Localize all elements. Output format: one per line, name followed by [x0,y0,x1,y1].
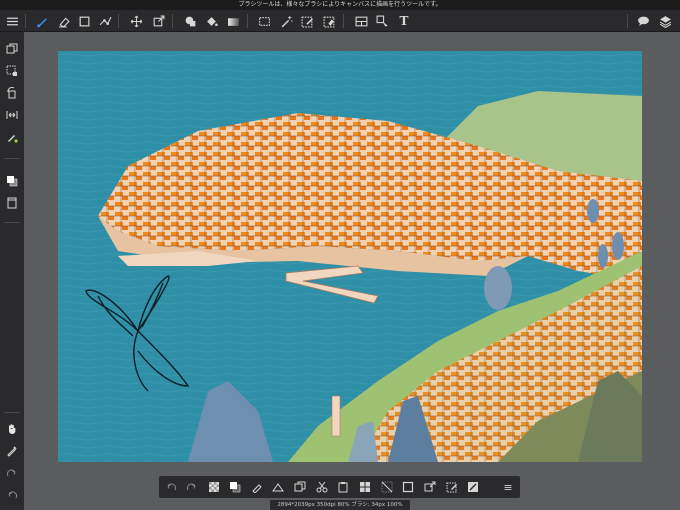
eraser-tool-icon[interactable] [54,12,72,30]
redo-icon[interactable] [3,464,21,482]
color-swatch-icon[interactable] [3,172,21,190]
grid-icon[interactable] [357,479,373,495]
magic-wand-icon[interactable] [277,12,295,30]
rotate-icon[interactable] [3,84,21,102]
tooltip-bar: ブラシツールは、様々なブラシによりキャンバスに描画を行うツールです。 [0,0,680,10]
select-pen-icon[interactable] [298,12,316,30]
redo-icon[interactable] [184,479,200,495]
select-all-icon[interactable] [400,479,416,495]
layer-copy-icon[interactable] [3,40,21,58]
panel-toggle-icon[interactable] [3,194,21,212]
select-eraser-icon[interactable] [320,12,338,30]
speech-bubble-icon[interactable] [634,12,652,30]
flip-horizontal-icon[interactable] [3,106,21,124]
layers-icon[interactable] [656,12,674,30]
hand-tool-icon[interactable] [3,420,21,438]
bottom-toolbar: ≡ [159,476,520,498]
dropper-icon[interactable] [3,442,21,460]
transparency-icon[interactable] [206,479,222,495]
eyedropper-color-icon[interactable] [3,128,21,146]
cut-icon[interactable] [314,479,330,495]
text-tool-icon[interactable]: T [395,12,413,30]
undo-icon[interactable] [163,479,179,495]
bucket-tool-icon[interactable] [202,12,220,30]
duplicate-icon[interactable] [292,479,308,495]
more-menu-icon[interactable]: ≡ [500,479,516,495]
drawing-canvas[interactable] [58,51,642,462]
transform-tool-icon[interactable] [149,12,167,30]
selection-clear-icon[interactable] [3,62,21,80]
ruler-icon[interactable] [270,479,286,495]
canvas-fill-icon[interactable] [465,479,481,495]
swap-color-icon[interactable] [227,479,243,495]
deselect-icon[interactable] [379,479,395,495]
select-rect-icon[interactable] [255,12,273,30]
paint-app: ブラシツールは、様々なブラシによりキャンバスに描画を行うツールです。 T ≡ 2… [0,0,680,510]
undo-icon[interactable] [3,486,21,504]
brush-tool-icon[interactable] [33,12,51,30]
pen-icon[interactable] [249,479,265,495]
move-tool-icon[interactable] [127,12,145,30]
left-toolbar [0,32,24,510]
menu-icon[interactable] [3,12,21,30]
operation-tool-icon[interactable] [373,12,391,30]
frame-divider-icon[interactable] [352,12,370,30]
transform-icon[interactable] [422,479,438,495]
fill-shapes-icon[interactable] [181,12,199,30]
selection-edit-icon[interactable] [444,479,460,495]
gradient-tool-icon[interactable] [224,12,242,30]
path-tool-icon[interactable] [96,12,114,30]
paste-icon[interactable] [335,479,351,495]
top-toolbar: T [0,10,680,32]
status-bar: 2894*2039px 350dpi 80% ブラシ: 34px 100% [270,500,410,510]
shape-tool-icon[interactable] [75,12,93,30]
